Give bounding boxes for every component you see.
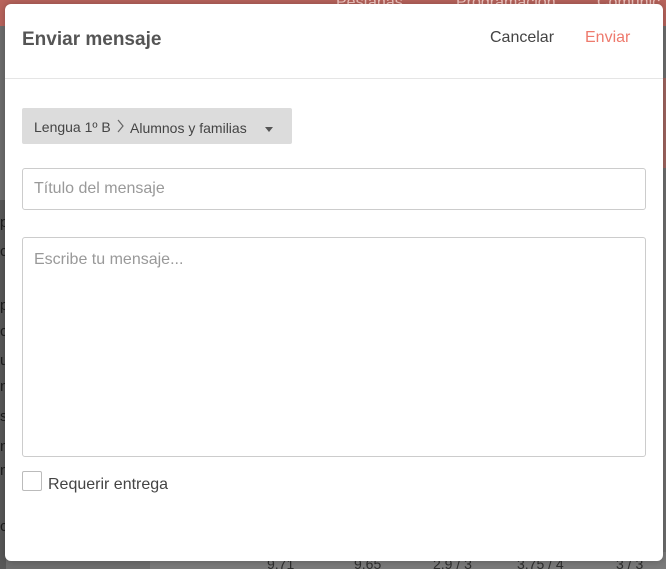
- dialog-header: Enviar mensaje Cancelar Enviar: [5, 4, 663, 79]
- cancel-button[interactable]: Cancelar: [490, 29, 554, 47]
- chevron-right-icon: [117, 119, 125, 136]
- recipient-course: Lengua 1º B: [34, 119, 111, 135]
- message-body-input[interactable]: [22, 237, 646, 457]
- dialog-title: Enviar mensaje: [22, 29, 162, 50]
- send-message-dialog: Enviar mensaje Cancelar Enviar Lengua 1º…: [5, 4, 663, 561]
- recipient-selector[interactable]: Lengua 1º B Alumnos y familias: [22, 108, 292, 144]
- caret-down-icon: [265, 127, 273, 132]
- send-button[interactable]: Enviar: [585, 29, 630, 47]
- require-delivery-label[interactable]: Requerir entrega: [48, 476, 168, 494]
- message-title-input[interactable]: [22, 168, 646, 210]
- require-delivery-checkbox[interactable]: [22, 471, 42, 491]
- recipient-audience: Alumnos y familias: [130, 120, 247, 136]
